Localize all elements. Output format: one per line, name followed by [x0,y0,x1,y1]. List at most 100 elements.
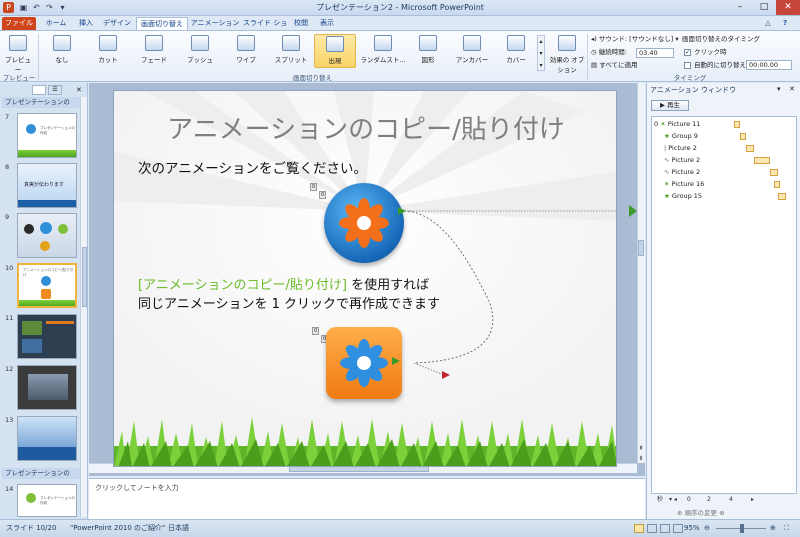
fit-slide-icon[interactable]: ⛶ [784,520,789,537]
move-up-icon[interactable]: ⊕ [677,509,682,517]
effect-options-button[interactable]: 効果の オプション [549,34,585,74]
slide-text-line3[interactable]: 同じアニメーションを 1 クリックで再作成できます [138,293,440,312]
play-button[interactable]: ▶ 再生 [651,100,689,111]
move-down-icon[interactable]: ⊕ [719,509,724,517]
sound-value[interactable]: [サウンドなし] [629,35,673,43]
slide-thumbnail-12[interactable] [17,365,77,410]
timeline-left-icon[interactable]: ▾ ◂ [669,495,677,505]
slide-thumbnail-10[interactable]: アニメーションのコピー/貼り付け [17,263,77,308]
maximize-button[interactable]: □ [752,0,776,15]
slide-thumbnail-14[interactable]: プレゼンテーションの作成 [17,484,77,517]
transition-fade[interactable]: フェード [136,34,172,68]
close-panel-icon[interactable]: ✕ [76,85,86,95]
tab-file[interactable]: ファイル [2,17,36,30]
slide-thumbnail-8[interactable]: 真実が伝わります [17,163,77,208]
anim-order-tag[interactable]: 0 [310,183,318,191]
minimize-ribbon-icon[interactable]: △ [762,17,774,30]
slide-thumbnail-11[interactable] [17,314,77,359]
transition-wipe[interactable]: ワイプ [228,34,264,68]
section-header[interactable]: プレゼンテーションの [2,468,80,479]
minimize-button[interactable]: – [728,0,752,15]
help-icon[interactable]: ? [778,17,792,30]
slide-scroll-thumb[interactable] [638,240,644,256]
after-time-input[interactable]: 00:00.00 [746,60,792,70]
pane-menu-icon[interactable]: ▾ [777,85,781,93]
prev-next-slide-buttons[interactable]: ⇞ ⇟ [637,444,645,464]
tab-slideshow[interactable]: スライド ショー [242,17,288,40]
scroll-thumb[interactable] [82,247,87,307]
reading-view-icon[interactable] [660,524,670,533]
timeline-bar[interactable] [746,145,754,152]
proofing-icon[interactable]: ✓ [152,520,158,537]
transition-uncover[interactable]: アンカバー [452,34,492,68]
slide-thumbnail-7[interactable]: プレゼンテーションの作成 [17,113,77,158]
tab-home[interactable]: ホーム [40,17,72,30]
anim-order-tag[interactable]: 0 [312,327,320,335]
animation-item[interactable]: ∿ Picture 2 [664,155,700,166]
blue-circle-picture[interactable] [324,183,404,263]
after-checkbox[interactable]: 自動的に切り替え [684,60,746,71]
language-indicator[interactable]: 日本語 [168,520,189,537]
notes-placeholder[interactable]: クリックしてノートを入力 [95,483,179,493]
orange-square-picture[interactable] [326,327,402,399]
zoom-slider-thumb[interactable] [740,524,744,533]
slide-sorter-icon[interactable] [647,524,657,533]
gallery-scroll[interactable]: ▴ ▾ ▾ [537,35,545,71]
animation-item[interactable]: ★ Group 15 [664,191,702,202]
transition-none[interactable]: なし [44,34,80,68]
tab-view[interactable]: 表示 [316,17,338,30]
timeline-right-icon[interactable]: ▸ [751,495,754,505]
animation-item[interactable]: ✶ Picture 16 [664,179,704,190]
timeline-bar[interactable] [740,133,746,140]
notes-pane[interactable]: クリックしてノートを入力 [89,478,645,519]
zoom-in-icon[interactable]: ⊕ [770,520,776,537]
transition-split[interactable]: スプリット [272,34,310,68]
duration-input[interactable]: 03.40 [636,48,674,58]
slide-text-line2[interactable]: [アニメーションのコピー/貼り付け] を使用すれば [138,274,429,293]
sound-row[interactable]: ◂) サウンド: [サウンドなし] ▾ [591,34,679,45]
zoom-out-icon[interactable]: ⊖ [704,520,710,537]
transition-random-bars[interactable]: ランダムスト... [360,34,406,68]
animation-item[interactable]: 0 ✶ Picture 11 [654,119,700,130]
timeline-bar[interactable] [770,169,778,176]
transition-cut[interactable]: カット [90,34,126,68]
zoom-level[interactable]: 95% [684,520,700,537]
tab-transitions[interactable]: 画面切り替え [136,17,188,30]
slide-thumbnail-13[interactable] [17,416,77,461]
slides-scrollbar[interactable] [80,97,87,517]
animation-list[interactable]: 0 ✶ Picture 11 ★ Group 9 | Picture 2 ∿ P… [651,116,797,494]
slideshow-view-icon[interactable] [673,524,683,533]
on-click-checkbox[interactable]: ✓ クリック時 [684,47,727,58]
timeline-ruler[interactable]: 秒 ▾ ◂ 0 2 4 ▸ [651,495,797,505]
timeline-bar[interactable] [734,121,740,128]
slide-canvas[interactable]: アニメーションのコピー/貼り付け 次のアニメーションをご覧ください。 0 0 [… [113,90,617,467]
tab-review[interactable]: 校閲 [290,17,312,30]
transition-reveal[interactable]: 出現 [314,34,356,68]
transition-shape[interactable]: 図形 [410,34,446,68]
transition-cover[interactable]: カバー [498,34,534,68]
animation-item[interactable]: ★ Group 9 [664,131,698,142]
slide-thumbnail-9[interactable] [17,213,77,258]
close-button[interactable]: ✕ [776,0,800,15]
slide-text-line1[interactable]: 次のアニメーションをご覧ください。 [138,157,367,177]
normal-view-icon[interactable] [634,524,644,533]
theme-name[interactable]: "PowerPoint 2010 のご紹介" [70,520,165,537]
slides-tab[interactable] [32,85,46,95]
tab-design[interactable]: デザイン [100,17,134,30]
timeline-bar[interactable] [774,181,780,188]
slide-title[interactable]: アニメーションのコピー/貼り付け [114,109,616,146]
preview-button[interactable]: プレビュー [3,34,33,74]
animation-item[interactable]: | Picture 2 [664,143,697,154]
slide-vscrollbar[interactable] [637,83,645,463]
timeline-bar[interactable] [778,193,786,200]
tab-animations[interactable]: アニメーション [190,17,240,30]
pane-close-icon[interactable]: ✕ [789,85,795,93]
tab-insert[interactable]: 挿入 [74,17,98,30]
reorder-control[interactable]: ⊕ 順序の変更 ⊕ [677,507,725,517]
animation-item[interactable]: ∿ Picture 2 [664,167,700,178]
section-header[interactable]: プレゼンテーションの [2,97,80,108]
transition-push[interactable]: プッシュ [182,34,218,68]
outline-tab[interactable]: ☰ [48,85,62,95]
apply-all-button[interactable]: ▤ すべてに適用 [591,60,638,71]
timeline-bar[interactable] [754,157,770,164]
